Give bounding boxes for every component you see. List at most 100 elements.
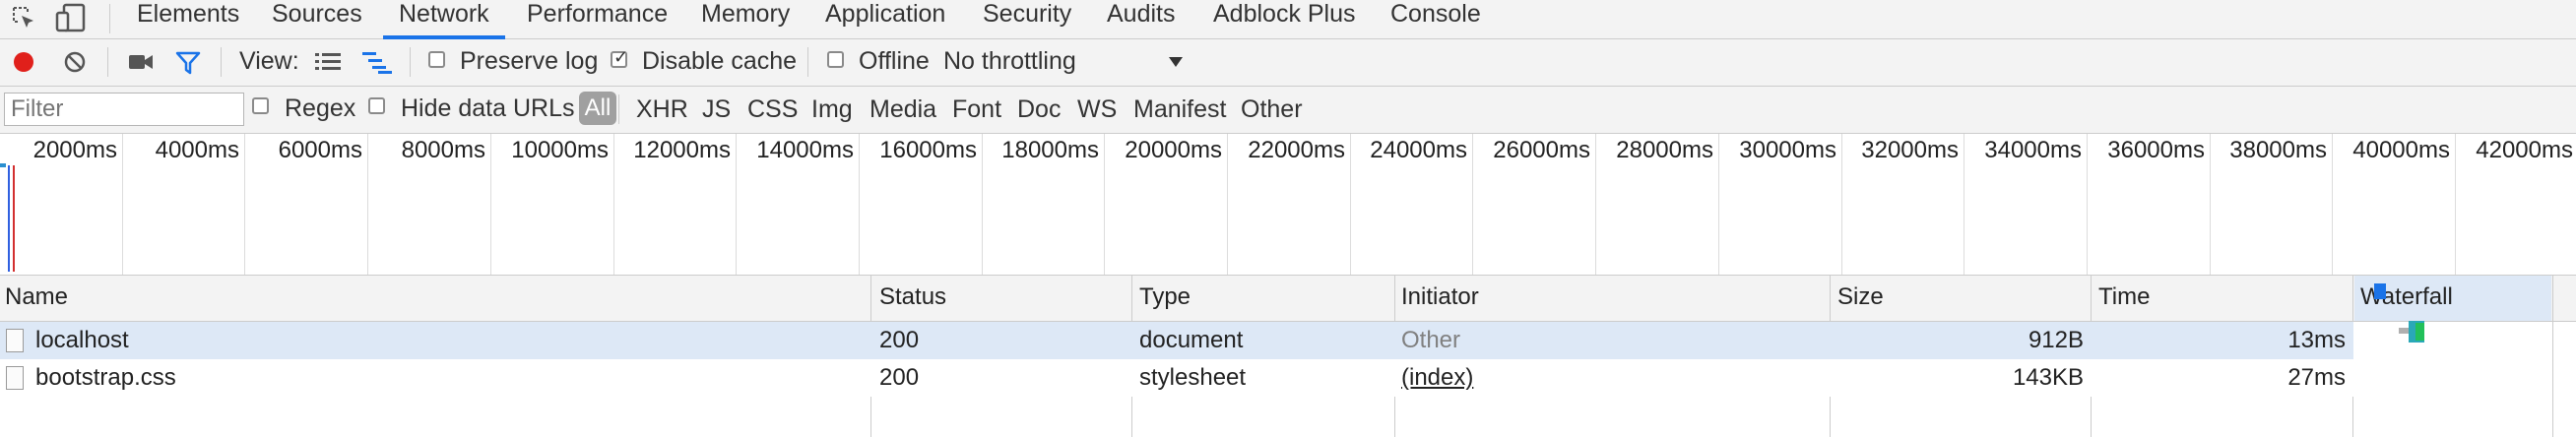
table-header <box>0 275 2576 322</box>
cell-size: 143KB <box>2012 364 2084 391</box>
timeline-tick-label: 36000ms <box>2107 137 2205 163</box>
disable-cache-label: Disable cache <box>642 47 798 75</box>
offline-checkbox[interactable] <box>827 51 844 68</box>
timeline-tick-label: 30000ms <box>1739 137 1836 163</box>
hide-data-urls-label: Hide data URLs <box>401 94 575 122</box>
hide-data-urls-checkbox[interactable] <box>368 97 385 114</box>
timeline-tick-label: 42000ms <box>2476 137 2573 163</box>
toolbar-separator <box>410 47 411 77</box>
devtools-tabbar: Elements Sources Network Performance Memory A… <box>0 0 2576 39</box>
timeline-tick-label: 18000ms <box>1001 137 1099 163</box>
tab-elements[interactable]: Elements <box>137 0 239 39</box>
timeline-tick-label: 26000ms <box>1493 137 1590 163</box>
toolbar-separator <box>107 47 108 77</box>
tab-network[interactable]: Network <box>399 0 489 39</box>
offline-label: Offline <box>859 47 930 75</box>
column-header-time[interactable]: Time <box>2098 283 2150 311</box>
tab-sources[interactable]: Sources <box>272 0 362 39</box>
timeline-tick-label: 34000ms <box>1984 137 2082 163</box>
column-header-initiator[interactable]: Initiator <box>1401 283 1479 311</box>
filter-type-media[interactable]: Media <box>869 94 936 124</box>
document-icon <box>6 329 24 352</box>
dropdown-icon[interactable] <box>1168 56 1184 68</box>
cell-initiator: Other <box>1401 327 1461 353</box>
view-label: View: <box>239 47 299 75</box>
tab-security[interactable]: Security <box>983 0 1071 39</box>
waterfall-download-bar <box>2415 323 2424 341</box>
timeline-tick-label: 16000ms <box>879 137 977 163</box>
filter-type-js[interactable]: JS <box>702 94 731 124</box>
overview-request-bar <box>0 163 6 167</box>
large-rows-icon[interactable] <box>315 52 341 72</box>
filter-type-all[interactable]: All <box>579 92 616 125</box>
tab-memory[interactable]: Memory <box>701 0 790 39</box>
timeline-tick-label: 22000ms <box>1248 137 1345 163</box>
filter-input[interactable] <box>4 93 244 126</box>
waterfall-header-marker <box>2374 283 2386 299</box>
preserve-log-checkbox[interactable] <box>428 51 445 68</box>
load-event-marker <box>13 165 15 272</box>
timeline-tick-label: 28000ms <box>1616 137 1713 163</box>
waterfall-wait-bar <box>2399 328 2409 334</box>
timeline-tick-label: 32000ms <box>1861 137 1959 163</box>
clear-icon[interactable] <box>63 50 87 74</box>
timeline-tick-label: 40000ms <box>2352 137 2450 163</box>
filter-type-img[interactable]: Img <box>811 94 853 124</box>
column-header-name[interactable]: Name <box>5 283 68 311</box>
cell-type: stylesheet <box>1139 364 1247 391</box>
timeline-tick-label: 12000ms <box>633 137 731 163</box>
cell-time: 27ms <box>2287 364 2346 391</box>
tab-performance[interactable]: Performance <box>527 0 668 39</box>
document-icon <box>6 366 24 390</box>
tab-adblock-plus[interactable]: Adblock Plus <box>1213 0 1356 39</box>
column-separator[interactable] <box>2552 275 2553 437</box>
timeline-tick-label: 6000ms <box>278 137 362 163</box>
disable-cache-checkbox[interactable] <box>611 47 628 68</box>
timeline-tick-label: 24000ms <box>1370 137 1467 163</box>
column-header-status[interactable]: Status <box>879 283 946 311</box>
timeline-tick-label: 10000ms <box>511 137 609 163</box>
filter-type-font[interactable]: Font <box>952 94 1001 124</box>
toolbar-separator <box>807 47 808 77</box>
tabbar-separator <box>109 4 110 33</box>
toolbar-separator <box>221 47 222 77</box>
cell-initiator[interactable]: (index) <box>1401 364 1473 392</box>
filter-type-manifest[interactable]: Manifest <box>1133 94 1226 124</box>
waterfall-gridline <box>2354 321 2576 322</box>
timeline-tick-label: 8000ms <box>401 137 485 163</box>
timeline-tick-label: 14000ms <box>756 137 854 163</box>
dom-content-loaded-marker <box>8 165 10 272</box>
cell-name: bootstrap.css <box>35 364 176 391</box>
cell-status: 200 <box>879 327 920 353</box>
filter-type-doc[interactable]: Doc <box>1017 94 1061 124</box>
filter-type-xhr[interactable]: XHR <box>636 94 688 124</box>
timeline-tick-label: 4000ms <box>155 137 239 163</box>
cell-status: 200 <box>879 364 920 391</box>
throttling-select[interactable]: No throttling <box>943 47 1076 75</box>
filter-type-other[interactable]: Other <box>1241 94 1303 124</box>
cell-type: document <box>1139 327 1244 353</box>
device-icon[interactable] <box>55 3 87 32</box>
tab-console[interactable]: Console <box>1390 0 1481 39</box>
regex-label: Regex <box>285 94 356 122</box>
column-header-type[interactable]: Type <box>1139 283 1191 311</box>
camera-icon[interactable] <box>128 53 154 71</box>
column-header-size[interactable]: Size <box>1837 283 1884 311</box>
regex-checkbox[interactable] <box>252 97 269 114</box>
record-icon[interactable] <box>12 50 35 74</box>
filter-type-css[interactable]: CSS <box>747 94 798 124</box>
cell-size: 912B <box>2028 327 2084 353</box>
filter-icon[interactable] <box>175 50 201 76</box>
tab-audits[interactable]: Audits <box>1107 0 1175 39</box>
preserve-log-label: Preserve log <box>460 47 599 75</box>
cell-time: 13ms <box>2287 327 2346 353</box>
timeline-tick-label: 38000ms <box>2229 137 2327 163</box>
timeline-tick-label: 20000ms <box>1125 137 1222 163</box>
tab-application[interactable]: Application <box>825 0 945 39</box>
waterfall-overview-icon[interactable] <box>362 51 392 75</box>
network-toolbar: View: Preserve log Disable cache Offline… <box>0 39 2576 87</box>
filter-type-ws[interactable]: WS <box>1077 94 1117 124</box>
inspect-icon[interactable] <box>12 6 37 31</box>
cell-name: localhost <box>35 327 129 353</box>
timeline-tick-label: 2000ms <box>32 137 117 163</box>
